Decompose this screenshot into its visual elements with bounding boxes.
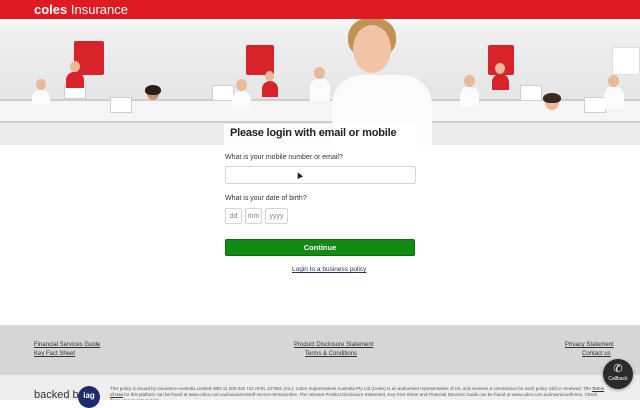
contact-label: What is your mobile number or email? [225,154,343,161]
login-title: Please login with email or mobile [230,127,397,139]
business-policy-link[interactable]: Login to a business policy [292,266,366,273]
dob-month-input[interactable] [245,208,262,224]
hero-monitor [110,97,132,113]
hero-monitor [520,85,542,101]
disclaimer-text: This policy is issued by Insurance Austr… [110,386,592,391]
footer: Financial Services Guide Key Fact Sheet … [0,325,640,375]
terms-conditions-link[interactable]: Terms & Conditions [305,351,357,357]
backed-by-text: backed by [34,389,85,401]
privacy-statement-link[interactable]: Privacy Statement [565,342,614,348]
contact-input[interactable] [225,166,416,184]
callback-label: Callback [608,376,628,382]
callback-button[interactable]: ✆ Callback [603,359,633,389]
header-bar: coles Insurance [0,0,640,19]
dob-year-input[interactable] [265,208,288,224]
hero-ceiling [0,19,640,37]
iag-logo: iag [78,386,100,408]
dob-day-input[interactable] [225,208,242,224]
coles-insurance-logo[interactable]: coles Insurance [34,2,128,17]
hero-wall-sign [612,47,640,75]
hero-monitor [584,97,606,113]
contact-us-link[interactable]: Contact us [582,351,611,357]
brand-product: Insurance [70,2,128,17]
dob-label: What is your date of birth? [225,195,307,202]
brand-name: coles [34,2,68,17]
phone-icon: ✆ [613,363,623,375]
key-fact-sheet-link[interactable]: Key Fact Sheet [34,351,75,357]
disclaimer-text-end: for this platform can be found at www.co… [110,392,598,400]
financial-services-guide-link[interactable]: Financial Services Guide [34,342,100,348]
hero-monitor [212,85,234,101]
legal-disclaimer: This policy is issued by Insurance Austr… [110,386,605,400]
product-disclosure-link[interactable]: Product Disclosure Statement [294,342,373,348]
continue-button[interactable]: Continue [225,239,415,256]
